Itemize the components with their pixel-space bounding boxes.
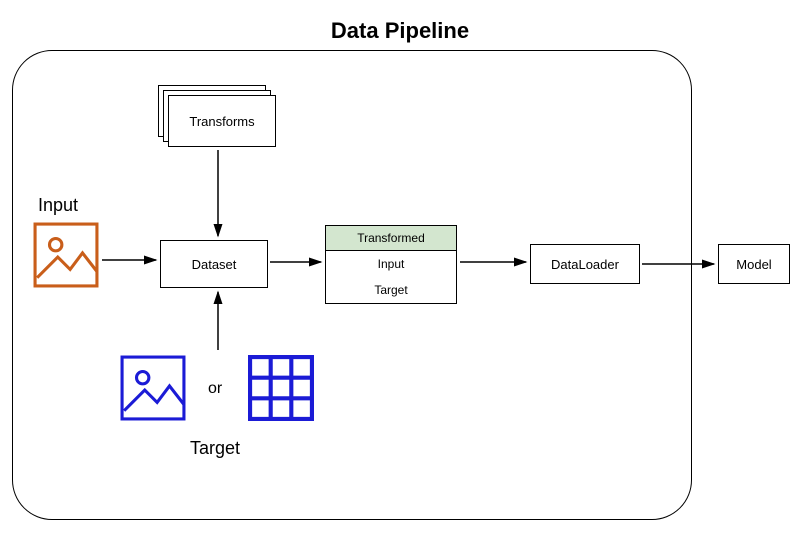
arrow	[0, 0, 800, 548]
